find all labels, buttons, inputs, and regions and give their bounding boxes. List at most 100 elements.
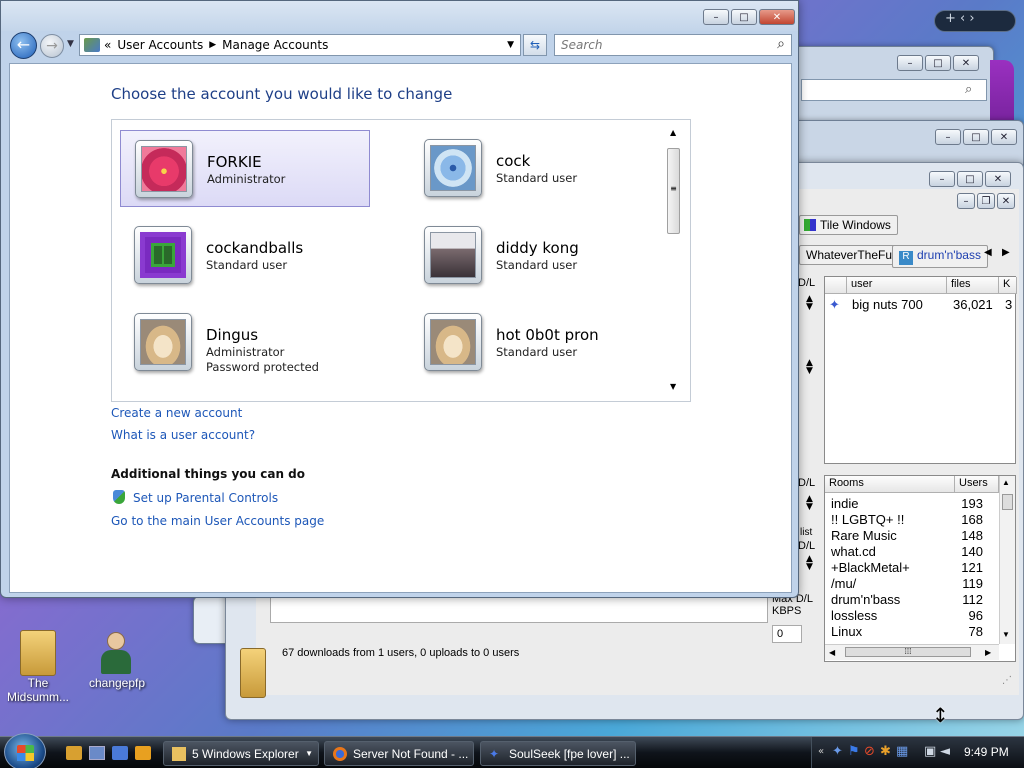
- account-dingus[interactable]: Dingus Administrator Password protected: [120, 304, 370, 381]
- scroll-up-icon[interactable]: ▲: [670, 128, 676, 137]
- room-name: +BlackMetal+: [831, 560, 910, 575]
- column-header-k[interactable]: K: [999, 277, 1017, 294]
- search-input[interactable]: Search ⌕: [554, 34, 792, 56]
- account-cockandballs[interactable]: cockandballs Standard user: [120, 217, 370, 294]
- account-forkie[interactable]: FORKIE Administrator: [120, 130, 370, 207]
- scroll-thumb[interactable]: ≡: [667, 148, 680, 234]
- account-diddy-kong[interactable]: diddy kong Standard user: [410, 217, 660, 294]
- quicklaunch-ie-icon[interactable]: [112, 746, 128, 760]
- spinner[interactable]: ▲ ▼: [806, 495, 813, 512]
- back-button[interactable]: ←: [10, 32, 37, 59]
- list-item[interactable]: /mu/119: [831, 576, 991, 592]
- desktop-icon-the-midsumm[interactable]: The Midsumm...: [3, 630, 73, 704]
- tray-security-icon[interactable]: ⚑: [848, 744, 860, 759]
- breadcrumb-chevron[interactable]: «: [104, 38, 111, 52]
- list-item[interactable]: Linux 78: [831, 624, 991, 640]
- tray-app-icon[interactable]: ▦: [896, 744, 908, 759]
- accounts-scrollbar[interactable]: ▲ ≡ ▼: [666, 128, 682, 394]
- close-button[interactable]: ✕: [759, 9, 795, 25]
- forward-arrow-icon: →: [46, 38, 58, 54]
- list-item[interactable]: indie 193: [831, 496, 991, 512]
- maximize-button[interactable]: □: [925, 55, 951, 71]
- scroll-down-icon[interactable]: ▼: [670, 382, 676, 391]
- column-header-rooms[interactable]: Rooms: [825, 476, 955, 493]
- account-type: Standard user: [496, 345, 578, 359]
- tray-bluetooth-icon[interactable]: ✱: [880, 744, 891, 759]
- spinner[interactable]: ▲ ▼: [806, 359, 813, 376]
- kbps-input[interactable]: 0: [772, 625, 802, 643]
- room-users: 193: [961, 496, 983, 511]
- mdi-minimize-button[interactable]: –: [957, 193, 975, 209]
- quicklaunch-media-icon[interactable]: [135, 746, 151, 760]
- mdi-close-button[interactable]: ✕: [997, 193, 1015, 209]
- tab-scroll-right[interactable]: ▶: [1002, 247, 1010, 258]
- blue-flower-picture: [430, 145, 476, 191]
- what-is-account-link[interactable]: What is a user account?: [111, 428, 255, 442]
- users-list[interactable]: user files K ✦ big nuts 700 36,021 3: [824, 276, 1017, 464]
- rooms-list[interactable]: Rooms Users indie 193!! LGBTQ+ !! 168 Rare …: [824, 475, 1016, 662]
- taskbar-item-soulseek[interactable]: ✦ SoulSeek [fpe lover] ...: [480, 741, 636, 766]
- search-icon[interactable]: ⌕: [777, 36, 785, 52]
- maximize-button[interactable]: □: [957, 171, 983, 187]
- list-item[interactable]: Rare Music 148: [831, 528, 991, 544]
- minimize-button[interactable]: –: [929, 171, 955, 187]
- recent-pages-dropdown[interactable]: ▼: [67, 39, 74, 49]
- rooms-scrollbar[interactable]: ▲ ▼: [999, 476, 1015, 644]
- forward-button[interactable]: →: [40, 34, 64, 58]
- column-header[interactable]: [825, 277, 847, 294]
- column-header-files[interactable]: files: [947, 277, 999, 294]
- quicklaunch-show-desktop-icon[interactable]: [66, 746, 82, 760]
- start-button[interactable]: [4, 733, 46, 768]
- tray-soulseek-icon[interactable]: ✦: [832, 744, 843, 759]
- tray-volume-icon[interactable]: ◄: [940, 744, 950, 759]
- account-type: Standard user: [496, 258, 578, 272]
- spinner[interactable]: ▲ ▼: [806, 555, 813, 572]
- list-item[interactable]: lossless 96: [831, 608, 991, 624]
- account-cock[interactable]: cock Standard user: [410, 130, 660, 207]
- tab-scroll-left[interactable]: ◀: [984, 247, 992, 258]
- close-button[interactable]: ✕: [985, 171, 1011, 187]
- close-button[interactable]: ✕: [953, 55, 979, 71]
- room-tab-drumnbass[interactable]: Rdrum'n'bass: [892, 245, 988, 268]
- main-user-accounts-link[interactable]: Go to the main User Accounts page: [111, 514, 324, 528]
- close-button[interactable]: ✕: [991, 129, 1017, 145]
- minimize-button[interactable]: –: [935, 129, 961, 145]
- rooms-hscrollbar[interactable]: ◀ ⁞⁞⁞ ▶: [825, 644, 999, 660]
- taskbar-item-windows-explorer[interactable]: 5 Windows Explorer ▼: [163, 741, 319, 766]
- tray-block-icon[interactable]: ⊘: [864, 744, 875, 759]
- address-dropdown-icon[interactable]: ▼: [507, 40, 514, 50]
- column-header-users[interactable]: Users: [955, 476, 999, 493]
- parental-controls-link[interactable]: Set up Parental Controls: [133, 491, 278, 505]
- clock[interactable]: 9:49 PM: [964, 745, 1009, 759]
- tile-windows-icon: [804, 219, 816, 231]
- table-row[interactable]: ✦ big nuts 700 36,021 3: [827, 297, 1015, 313]
- address-bar[interactable]: « User Accounts ▶ Manage Accounts ▼: [79, 34, 521, 56]
- spinner[interactable]: ▲ ▼: [806, 295, 813, 312]
- refresh-button[interactable]: ⇆: [523, 34, 547, 56]
- create-account-link[interactable]: Create a new account: [111, 406, 242, 420]
- breadcrumb-manage-accounts[interactable]: Manage Accounts: [222, 38, 328, 52]
- tile-windows-button[interactable]: Tile Windows: [799, 215, 898, 235]
- dog-picture: [430, 319, 476, 365]
- account-hot-0b0t-pron[interactable]: hot 0b0t pron Standard user: [410, 304, 660, 381]
- mdi-restore-button[interactable]: ❐: [977, 193, 995, 209]
- maximize-button[interactable]: □: [731, 9, 757, 25]
- minimize-button[interactable]: –: [897, 55, 923, 71]
- list-item[interactable]: +BlackMetal+ 121: [831, 560, 991, 576]
- column-header-user[interactable]: user: [847, 277, 947, 294]
- dog-picture: [140, 319, 186, 365]
- desktop-icon-changepfp[interactable]: changepfp: [82, 630, 152, 690]
- resize-grip-icon[interactable]: ⋰: [1002, 675, 1012, 686]
- quicklaunch-switch-windows-icon[interactable]: [89, 746, 105, 760]
- list-item[interactable]: drum'n'bass 112: [831, 592, 991, 608]
- breadcrumb-user-accounts[interactable]: User Accounts: [117, 38, 203, 52]
- maximize-button[interactable]: □: [963, 129, 989, 145]
- transfers-panel[interactable]: [270, 597, 768, 623]
- tray-network-icon[interactable]: ▣: [924, 744, 936, 759]
- taskbar-item-firefox[interactable]: Server Not Found - ...: [324, 741, 474, 766]
- list-item[interactable]: !! LGBTQ+ !! 168: [831, 512, 991, 528]
- minimize-button[interactable]: –: [703, 9, 729, 25]
- tray-expand-icon[interactable]: «: [818, 746, 824, 757]
- list-item[interactable]: what.cd 140: [831, 544, 991, 560]
- room-tab-whatever[interactable]: WhateverTheFu: [799, 245, 900, 265]
